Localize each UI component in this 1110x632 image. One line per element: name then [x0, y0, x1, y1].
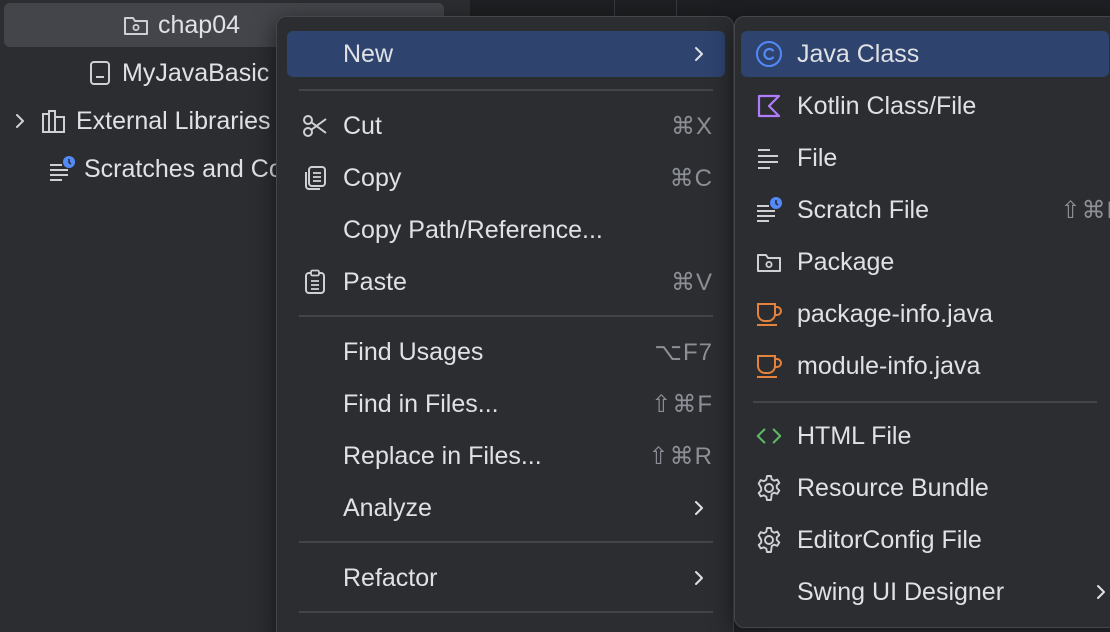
kotlin-icon — [755, 92, 783, 120]
tree-item-external-libraries[interactable]: External Libraries — [10, 99, 271, 143]
gear-icon — [755, 526, 783, 554]
menu-item-analyze[interactable]: Analyze — [287, 485, 725, 531]
menu-item-label: File — [797, 143, 838, 172]
java-cup-icon — [755, 300, 783, 328]
menu-item-label: Find in Files... — [343, 389, 499, 418]
scratches-icon — [48, 155, 76, 183]
menu-item-label: Resource Bundle — [797, 473, 989, 502]
submenu-item-scratch-file[interactable]: Scratch File ⇧⌘N — [741, 187, 1110, 233]
menu-item-label: Find Usages — [343, 337, 484, 366]
menu-item-label: Cut — [343, 111, 382, 140]
chevron-right-icon — [695, 501, 703, 515]
submenu-item-package[interactable]: Package — [741, 239, 1109, 285]
menu-item-find-in-files[interactable]: Find in Files... ⇧⌘F — [287, 381, 725, 427]
chevron-right-icon — [695, 47, 703, 61]
tree-item-label: MyJavaBasic — [122, 58, 270, 87]
submenu-item-kotlin[interactable]: Kotlin Class/File — [741, 83, 1109, 129]
tree-item-label: External Libraries — [76, 106, 271, 135]
menu-item-label: Copy — [343, 163, 402, 192]
package-folder-icon — [122, 11, 150, 39]
ide-window: chap04 MyJavaBasic External Libraries Sc… — [0, 0, 1110, 632]
menu-item-shortcut: ⌘C — [669, 164, 713, 192]
menu-item-refactor[interactable]: Refactor — [287, 555, 725, 601]
menu-separator — [299, 541, 713, 543]
context-menu: New Cut ⌘X Copy ⌘C Copy Path/Reference..… — [276, 16, 734, 632]
menu-item-label: Swing UI Designer — [797, 577, 1005, 606]
java-class-icon — [755, 40, 783, 68]
chevron-right-icon — [1097, 585, 1105, 599]
menu-item-label: Replace in Files... — [343, 441, 542, 470]
new-submenu: Java Class Kotlin Class/File File Scratc… — [734, 16, 1110, 628]
chevron-right-icon — [695, 571, 703, 585]
module-file-icon — [86, 59, 114, 87]
submenu-item-resource-bundle[interactable]: Resource Bundle — [741, 465, 1109, 511]
copy-icon — [301, 164, 329, 192]
html-icon — [755, 422, 783, 450]
package-icon — [755, 248, 783, 276]
tree-item-module-file[interactable]: MyJavaBasic — [86, 51, 269, 95]
menu-item-copy[interactable]: Copy ⌘C — [287, 155, 725, 201]
menu-item-label: package-info.java — [797, 299, 993, 328]
menu-separator — [299, 89, 713, 91]
tree-item-label: chap04 — [158, 10, 241, 39]
menu-separator — [299, 611, 713, 613]
menu-item-label: Refactor — [343, 563, 438, 592]
menu-item-shortcut: ⇧⌘F — [651, 390, 713, 418]
menu-item-label: Scratch File — [797, 195, 929, 224]
menu-item-label: HTML File — [797, 421, 912, 450]
menu-item-new[interactable]: New — [287, 31, 725, 77]
menu-item-shortcut: ⌥F7 — [654, 338, 713, 366]
menu-item-cut[interactable]: Cut ⌘X — [287, 103, 725, 149]
menu-item-shortcut: ⌘X — [670, 112, 713, 140]
gear-icon — [755, 474, 783, 502]
file-lines-icon — [755, 144, 783, 172]
menu-item-shortcut: ⇧⌘N — [1060, 196, 1110, 224]
menu-item-paste[interactable]: Paste ⌘V — [287, 259, 725, 305]
menu-item-label: Paste — [343, 267, 407, 296]
menu-item-label: Copy Path/Reference... — [343, 215, 603, 244]
menu-item-label: Package — [797, 247, 895, 276]
chevron-right-icon[interactable] — [10, 111, 30, 131]
menu-item-shortcut: ⇧⌘R — [648, 442, 713, 470]
scissors-icon — [301, 112, 329, 140]
menu-item-label: Java Class — [797, 39, 920, 68]
menu-item-label: EditorConfig File — [797, 525, 982, 554]
menu-item-label: New — [343, 39, 394, 68]
submenu-item-html-file[interactable]: HTML File — [741, 413, 1109, 459]
clipboard-icon — [301, 268, 329, 296]
submenu-item-file[interactable]: File — [741, 135, 1109, 181]
menu-item-label: Analyze — [343, 493, 432, 522]
submenu-item-java-class[interactable]: Java Class — [741, 31, 1109, 77]
submenu-item-swing-ui-designer[interactable]: Swing UI Designer — [741, 569, 1109, 615]
menu-separator — [299, 315, 713, 317]
menu-item-shortcut: ⌘V — [670, 268, 713, 296]
menu-item-replace-in-files[interactable]: Replace in Files... ⇧⌘R — [287, 433, 725, 479]
submenu-item-editorconfig[interactable]: EditorConfig File — [741, 517, 1109, 563]
menu-item-label: module-info.java — [797, 351, 981, 380]
menu-separator — [753, 401, 1097, 403]
menu-item-find-usages[interactable]: Find Usages ⌥F7 — [287, 329, 725, 375]
submenu-item-package-info[interactable]: package-info.java — [741, 291, 1109, 337]
submenu-item-module-info[interactable]: module-info.java — [741, 343, 1109, 389]
libraries-icon — [40, 107, 68, 135]
menu-item-copy-path[interactable]: Copy Path/Reference... — [287, 207, 725, 253]
menu-item-label: Kotlin Class/File — [797, 91, 977, 120]
scratch-file-icon — [755, 196, 783, 224]
java-cup-icon — [755, 352, 783, 380]
